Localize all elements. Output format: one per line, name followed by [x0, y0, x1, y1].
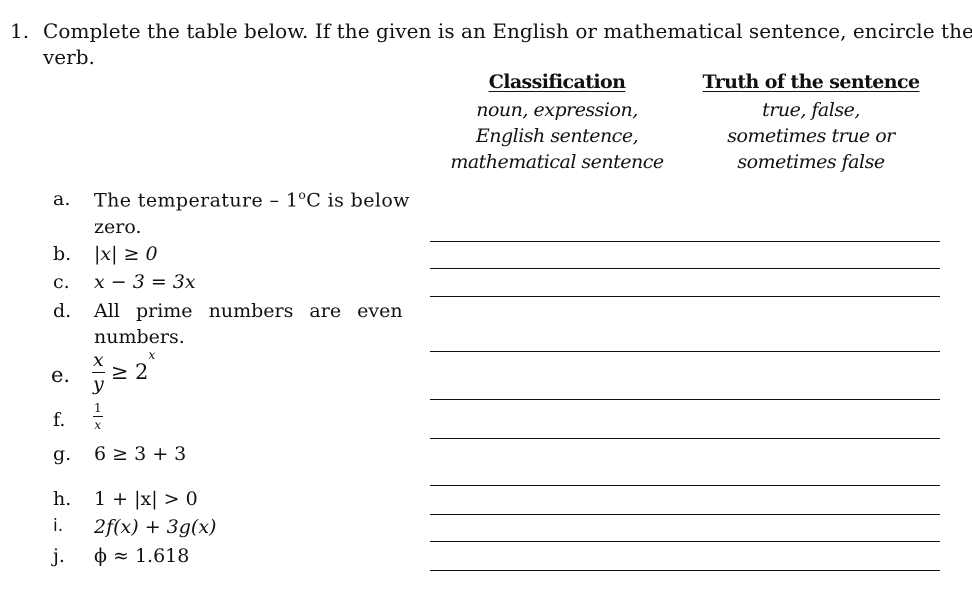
- item-label: g.: [53, 443, 72, 465]
- classification-option-3: mathematical sentence: [450, 151, 664, 173]
- question-number: 1.: [10, 19, 30, 43]
- numerator: 1: [94, 401, 102, 415]
- item-a-text-part: The temperature – 1: [94, 189, 299, 212]
- item-g-expression: 6 ≥ 3 + 3: [94, 443, 187, 465]
- question-text-line1: Complete the table below. If the given i…: [43, 19, 972, 43]
- answer-line-c[interactable]: [430, 296, 940, 297]
- item-f-expression: 1 x: [93, 402, 103, 431]
- item-j-expression: ϕ ≈ 1.618: [94, 545, 190, 567]
- truth-heading: Truth of the sentence: [702, 71, 920, 93]
- numerator: x: [93, 348, 104, 371]
- fraction: x y: [92, 348, 105, 395]
- classification-option-1: noun, expression,: [476, 99, 638, 121]
- item-d-text-line2: numbers.: [94, 326, 185, 348]
- item-label: h.: [53, 488, 72, 510]
- item-c-expression: x − 3 = 3x: [94, 271, 196, 293]
- denominator: y: [93, 372, 104, 395]
- truth-option-3: sometimes false: [737, 151, 885, 173]
- answer-line-i[interactable]: [430, 541, 940, 542]
- item-label: b.: [53, 243, 72, 265]
- item-label: d.: [53, 300, 72, 322]
- exponent: x: [148, 348, 156, 362]
- item-a-text-line2: zero.: [94, 216, 142, 238]
- item-i-expression: 2f(x) + 3g(x): [94, 516, 217, 538]
- fraction: 1 x: [93, 402, 103, 431]
- item-e-expression: x y ≥ 2x: [92, 348, 155, 394]
- item-label: c.: [53, 271, 70, 293]
- item-label: a.: [53, 188, 71, 210]
- answer-line-a[interactable]: [430, 241, 940, 242]
- item-d-text: All prime numbers are even: [94, 300, 403, 322]
- classification-heading: Classification: [488, 71, 626, 93]
- question-text-line2: verb.: [43, 45, 95, 69]
- item-a-text: The temperature – 1oC is below: [94, 188, 410, 211]
- denominator: x: [94, 418, 102, 432]
- truth-option-2: sometimes true or: [727, 125, 895, 147]
- answer-line-d[interactable]: [430, 351, 940, 352]
- classification-option-2: English sentence,: [475, 125, 639, 147]
- answer-line-f[interactable]: [430, 438, 940, 439]
- item-h-expression: 1 + |x| > 0: [94, 488, 198, 510]
- item-label: j.: [53, 545, 65, 567]
- item-b-expression: |x| ≥ 0: [94, 243, 158, 265]
- item-label: e.: [51, 363, 71, 387]
- item-label: f.: [53, 409, 66, 431]
- answer-line-j[interactable]: [430, 570, 940, 571]
- truth-option-1: true, false,: [762, 99, 860, 121]
- answer-line-b[interactable]: [430, 268, 940, 269]
- answer-line-g[interactable]: [430, 485, 940, 486]
- answer-line-e[interactable]: [430, 399, 940, 400]
- item-label: i.: [53, 516, 64, 536]
- fraction-bar: [93, 416, 103, 417]
- relation: ≥ 2: [110, 360, 149, 384]
- item-a-text-end: C is below: [306, 189, 410, 212]
- answer-line-h[interactable]: [430, 514, 940, 515]
